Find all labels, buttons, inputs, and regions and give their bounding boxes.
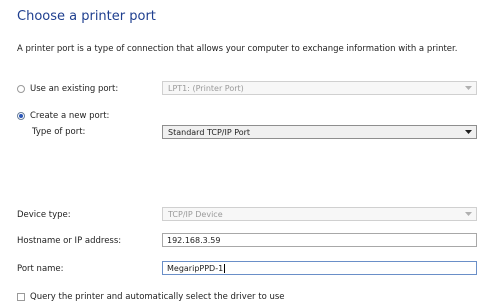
port-name-value: MegaripPPD-1 xyxy=(167,263,224,273)
new-port-label: Create a new port: xyxy=(30,111,110,121)
new-port-option[interactable]: Create a new port: xyxy=(17,111,109,121)
port-type-value: Standard TCP/IP Port xyxy=(168,127,251,137)
query-printer-label: Query the printer and automatically sele… xyxy=(30,292,285,302)
hostname-value: 192.168.3.59 xyxy=(167,235,221,245)
existing-port-radio[interactable] xyxy=(17,85,25,93)
existing-port-label: Use an existing port: xyxy=(30,84,119,94)
page-description: A printer port is a type of connection t… xyxy=(17,44,458,54)
device-type-value: TCP/IP Device xyxy=(168,209,223,219)
port-type-dropdown[interactable]: Standard TCP/IP Port xyxy=(162,125,477,139)
chevron-down-icon xyxy=(465,82,472,94)
existing-port-option[interactable]: Use an existing port: xyxy=(17,84,118,94)
existing-port-value: LPT1: (Printer Port) xyxy=(168,83,244,93)
new-port-radio[interactable] xyxy=(17,112,25,120)
port-type-label: Type of port: xyxy=(32,127,86,137)
port-name-input[interactable]: MegaripPPD-1 xyxy=(162,261,477,275)
chevron-down-icon xyxy=(465,126,472,138)
existing-port-dropdown: LPT1: (Printer Port) xyxy=(162,81,477,95)
device-type-dropdown: TCP/IP Device xyxy=(162,207,477,221)
device-type-label: Device type: xyxy=(17,210,71,220)
query-printer-checkbox[interactable] xyxy=(17,293,25,301)
port-name-label: Port name: xyxy=(17,264,64,274)
query-printer-option[interactable]: Query the printer and automatically sele… xyxy=(17,292,285,302)
chevron-down-icon xyxy=(465,208,472,220)
hostname-input[interactable]: 192.168.3.59 xyxy=(162,233,477,247)
page-title: Choose a printer port xyxy=(17,9,156,24)
hostname-label: Hostname or IP address: xyxy=(17,236,122,246)
text-caret xyxy=(224,263,226,273)
